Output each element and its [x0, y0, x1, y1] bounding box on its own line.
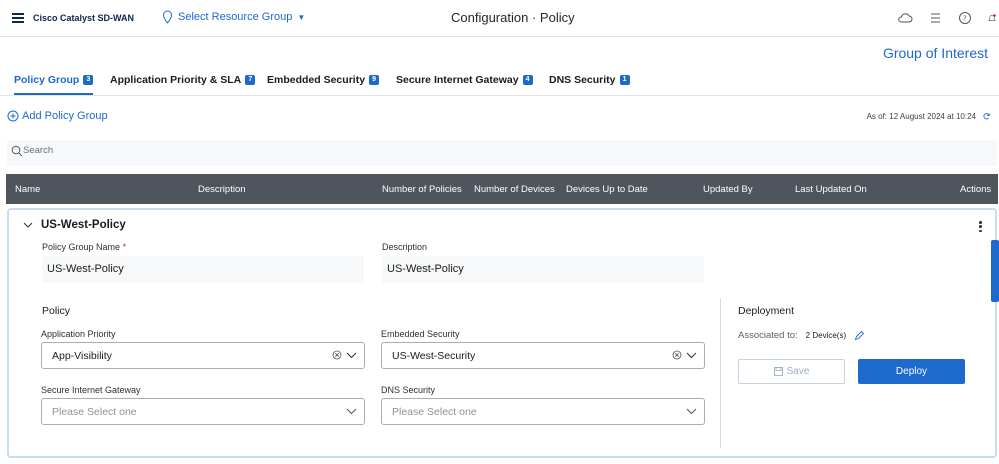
table-header: Name Description Number of Policies Numb… [6, 174, 998, 204]
sig-placeholder: Please Select one [52, 406, 137, 418]
add-circle-icon [7, 110, 19, 122]
deploy-button[interactable]: Deploy [858, 359, 965, 384]
tab-secure-internet-gateway[interactable]: Secure Internet Gateway 4 [396, 74, 533, 86]
chevron-down-icon [686, 352, 697, 359]
svg-text:?: ? [963, 15, 967, 23]
dns-security-label: DNS Security [381, 385, 436, 395]
policy-tabs: Policy Group 3 Application Priority & SLA… [0, 64, 999, 96]
description-label: Description [382, 242, 428, 252]
section-divider [720, 298, 721, 448]
column-number-of-policies[interactable]: Number of Policies [382, 184, 462, 195]
last-refresh: As of: 12 August 2024 at 10:24 [867, 112, 991, 121]
save-icon [773, 367, 783, 376]
policy-group-row-header[interactable]: US-West-Policy [23, 219, 126, 231]
column-number-of-devices[interactable]: Number of Devices [474, 184, 555, 195]
tab-dns-security[interactable]: DNS Security 1 [549, 74, 630, 86]
embedded-security-label: Embedded Security [381, 329, 460, 339]
tab-count-badge: 3 [83, 75, 94, 85]
column-last-updated-on[interactable]: Last Updated On [795, 184, 867, 195]
dns-security-select[interactable]: Please Select one [381, 398, 705, 425]
column-actions: Actions [960, 184, 992, 195]
associated-devices: Associated to: 2 Device(s) [738, 330, 865, 341]
deployment-title: Deployment [738, 305, 795, 317]
policy-group-card: US-West-Policy Policy Group Name * US-We… [7, 208, 997, 458]
menu-icon[interactable] [12, 13, 24, 23]
column-updated-by[interactable]: Updated By [703, 184, 753, 195]
save-button[interactable]: Save [738, 359, 845, 384]
tab-count-badge: 4 [522, 75, 533, 85]
chevron-down-icon [346, 408, 357, 415]
clear-icon[interactable] [332, 350, 342, 360]
brand-title: Cisco Catalyst SD-WAN [33, 13, 135, 23]
clear-icon[interactable] [672, 350, 682, 360]
edit-pencil-icon[interactable] [854, 330, 865, 341]
policy-group-name-field[interactable]: US-West-Policy [42, 256, 364, 283]
column-description[interactable]: Description [198, 184, 246, 195]
search-input[interactable] [23, 145, 923, 156]
top-bar: Cisco Catalyst SD-WAN Select Resource Gr… [0, 0, 999, 37]
embedded-security-value: US-West-Security [392, 350, 476, 362]
tab-count-badge: 1 [619, 75, 630, 85]
more-actions-icon[interactable] [979, 221, 982, 234]
tab-policy-group[interactable]: Policy Group 3 [14, 74, 94, 95]
page-title: Configuration · Policy [451, 10, 575, 25]
resource-group-label: Select Resource Group [178, 11, 293, 23]
tab-count-badge: 7 [245, 75, 256, 85]
search-bar [7, 140, 997, 166]
group-of-interest-link[interactable]: Group of Interest [883, 45, 988, 61]
chevron-down-icon [686, 408, 697, 415]
dns-placeholder: Please Select one [392, 406, 477, 418]
sig-label: Secure Internet Gateway [41, 385, 141, 395]
policy-group-name: US-West-Policy [41, 219, 126, 231]
app-priority-select[interactable]: App-Visibility [41, 342, 365, 369]
scrollbar-thumb[interactable] [991, 240, 999, 302]
column-devices-up-to-date[interactable]: Devices Up to Date [566, 184, 648, 195]
associated-label: Associated to: [738, 330, 798, 341]
tab-application-priority[interactable]: Application Priority & SLA 7 [110, 74, 256, 86]
refresh-icon[interactable] [982, 112, 991, 121]
policy-group-name-label: Policy Group Name * [42, 242, 127, 252]
chevron-down-icon [346, 352, 357, 359]
resource-group-selector[interactable]: Select Resource Group ▼ [162, 10, 305, 24]
chevron-down-icon[interactable] [23, 221, 33, 229]
embedded-security-select[interactable]: US-West-Security [381, 342, 705, 369]
required-mark: * [122, 242, 127, 252]
caret-down-icon: ▼ [297, 12, 306, 22]
associated-count: 2 Device(s) [805, 331, 847, 340]
add-policy-group-button[interactable]: Add Policy Group [7, 110, 108, 122]
policy-section-title: Policy [42, 305, 71, 317]
help-icon[interactable]: ? [957, 11, 973, 25]
search-icon [11, 145, 23, 157]
app-priority-label: Application Priority [41, 329, 116, 339]
column-name[interactable]: Name [15, 184, 40, 195]
as-of-text: As of: 12 August 2024 at 10:24 [866, 112, 976, 121]
bell-icon[interactable] [987, 11, 997, 25]
tab-count-badge: 9 [369, 75, 380, 85]
location-pin-icon [162, 10, 173, 24]
description-field[interactable]: US-West-Policy [382, 256, 704, 283]
sig-select[interactable]: Please Select one [41, 398, 365, 425]
app-priority-value: App-Visibility [52, 350, 112, 362]
list-icon[interactable] [927, 11, 943, 25]
tab-embedded-security[interactable]: Embedded Security 9 [267, 74, 380, 86]
cloud-icon[interactable] [897, 11, 913, 25]
